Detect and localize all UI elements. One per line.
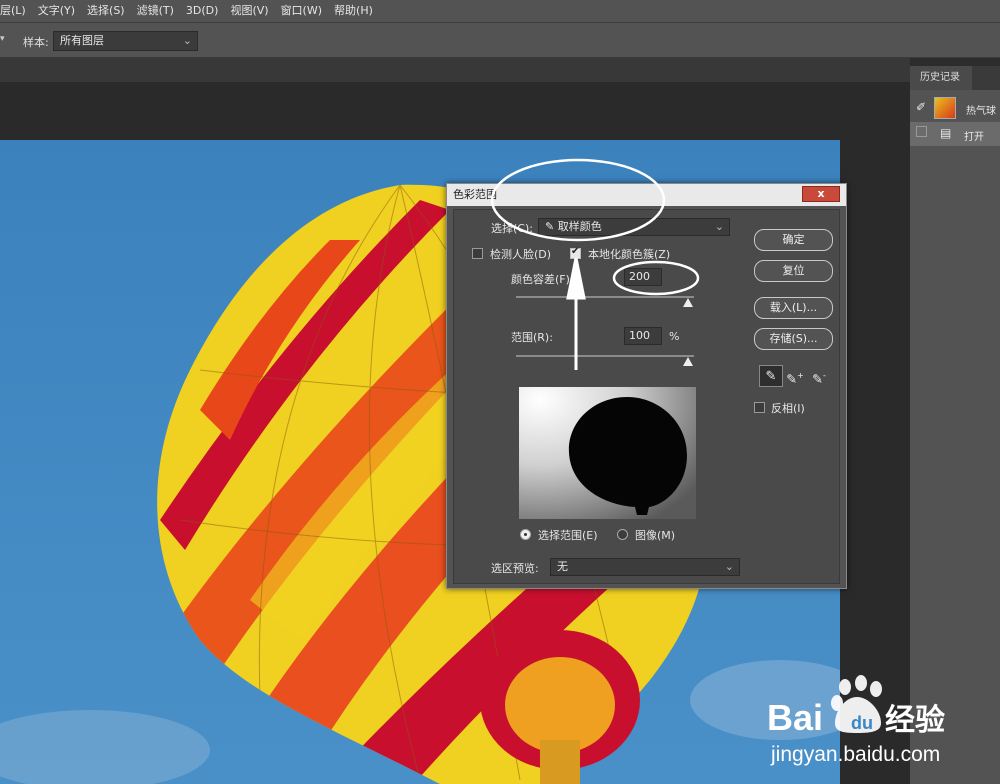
- selection-preview-dropdown[interactable]: 无 ⌄: [550, 558, 740, 576]
- select-dropdown[interactable]: ✎ 取样颜色 ⌄: [538, 218, 730, 236]
- chevron-down-icon[interactable]: ▾: [0, 34, 5, 44]
- snapshot-thumbnail: [934, 97, 956, 119]
- menu-bar: 层(L) 文字(Y) 选择(S) 滤镜(T) 3D(D) 视图(V) 窗口(W)…: [0, 0, 1000, 22]
- eyedropper-minus-icon[interactable]: ✎-: [807, 365, 831, 387]
- detect-faces-label: 检测人脸(D): [490, 248, 552, 261]
- chevron-down-icon: ⌄: [182, 34, 192, 47]
- watermark-url: jingyan.baidu.com: [770, 743, 940, 766]
- eyedropper-icon[interactable]: ✎: [759, 365, 783, 387]
- color-range-dialog: 色彩范围 x 选择(C): ✎ 取样颜色 ⌄ 检测人脸(D) 本地化颜色簇(Z)…: [446, 183, 847, 589]
- step-label: 打开: [964, 132, 984, 143]
- chevron-down-icon: ⌄: [714, 220, 724, 233]
- range-slider-track[interactable]: [516, 355, 694, 357]
- radio-selection[interactable]: [520, 529, 531, 540]
- baidu-watermark: Bai du 经验 jingyan.baidu.com: [765, 675, 997, 775]
- baidu-logo: Bai du 经验 jingyan.baidu.com: [767, 675, 945, 766]
- select-value: 取样颜色: [557, 220, 602, 233]
- options-bar: ▾ 样本: 所有图层 ⌄: [0, 22, 1000, 58]
- snapshot-label: 热气球: [966, 106, 996, 117]
- document-tab-strip: [0, 58, 910, 82]
- watermark-suffix: 经验: [885, 703, 945, 738]
- selection-preview-label: 选区预览:: [491, 562, 539, 575]
- menu-select[interactable]: 选择(S): [81, 0, 131, 22]
- dialog-title: 色彩范围: [453, 188, 497, 201]
- sample-select[interactable]: 所有图层 ⌄: [53, 31, 198, 51]
- fuzziness-label: 颜色容差(F):: [511, 273, 574, 286]
- invert-label: 反相(I): [771, 402, 805, 415]
- invert-checkbox[interactable]: [754, 402, 765, 413]
- checkbox-icon: [916, 126, 927, 137]
- radio-image-label: 图像(M): [635, 529, 676, 542]
- document-icon: ▤: [940, 126, 952, 140]
- eyedropper-icon: ✎: [545, 220, 555, 233]
- fuzziness-slider-track[interactable]: [516, 296, 694, 298]
- fuzziness-input[interactable]: 200: [624, 268, 662, 286]
- radio-selection-label: 选择范围(E): [538, 529, 598, 542]
- save-button[interactable]: 存储(S)...: [754, 328, 833, 350]
- menu-filter[interactable]: 滤镜(T): [131, 0, 180, 22]
- detect-faces-checkbox[interactable]: [472, 248, 483, 259]
- sample-value: 所有图层: [60, 34, 104, 47]
- range-slider-thumb[interactable]: [683, 357, 693, 366]
- range-label: 范围(R):: [511, 331, 553, 344]
- radio-image[interactable]: [617, 529, 628, 540]
- menu-help[interactable]: 帮助(H): [328, 0, 379, 22]
- menu-view[interactable]: 视图(V): [224, 0, 274, 22]
- menu-layer[interactable]: 层(L): [0, 0, 32, 22]
- watermark-brand: Bai: [767, 697, 823, 738]
- selection-preview: [519, 387, 696, 519]
- ok-button[interactable]: 确定: [754, 229, 833, 251]
- brush-icon: ✐: [916, 100, 927, 114]
- dialog-titlebar[interactable]: 色彩范围: [447, 184, 846, 206]
- watermark-brand-du: du: [851, 713, 873, 733]
- history-step-row[interactable]: ▤ 打开: [910, 122, 1000, 146]
- close-button[interactable]: x: [802, 186, 840, 202]
- range-unit: %: [669, 330, 680, 343]
- sample-label: 样本:: [23, 36, 49, 49]
- tab-history[interactable]: 历史记录: [910, 66, 972, 90]
- select-label: 选择(C):: [491, 222, 533, 235]
- localized-clusters-label: 本地化颜色簇(Z): [588, 248, 671, 261]
- load-button[interactable]: 载入(L)...: [754, 297, 833, 319]
- chevron-down-icon: ⌄: [724, 560, 734, 573]
- reset-button[interactable]: 复位: [754, 260, 833, 282]
- localized-clusters-checkbox[interactable]: [570, 246, 581, 259]
- eyedropper-plus-icon[interactable]: ✎+: [783, 365, 807, 387]
- range-input[interactable]: 100: [624, 327, 662, 345]
- menu-3d[interactable]: 3D(D): [180, 0, 225, 22]
- history-snapshot-row[interactable]: ✐ 热气球: [910, 94, 1000, 122]
- preview-mask-image: [519, 387, 696, 519]
- menu-type[interactable]: 文字(Y): [32, 0, 81, 22]
- selection-preview-value: 无: [557, 560, 568, 573]
- menu-window[interactable]: 窗口(W): [275, 0, 328, 22]
- fuzziness-slider-thumb[interactable]: [683, 298, 693, 307]
